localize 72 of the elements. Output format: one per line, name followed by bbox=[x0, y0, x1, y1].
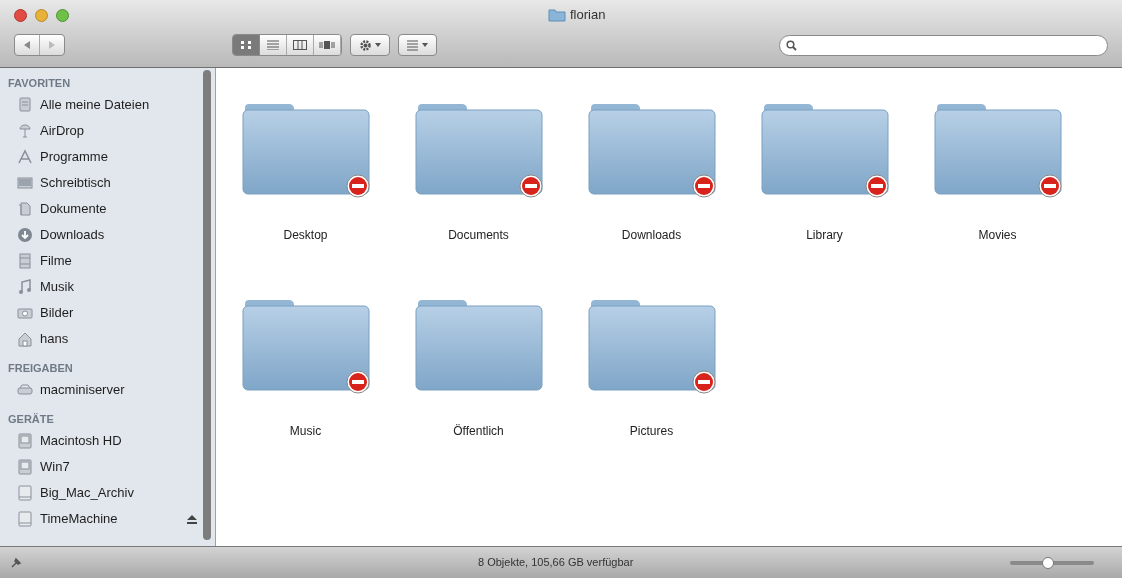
icon-view-icon bbox=[240, 40, 253, 50]
house-icon bbox=[17, 331, 33, 347]
view-mode-button[interactable] bbox=[233, 35, 261, 55]
sidebar-heading: FREIGABEN bbox=[7, 361, 74, 376]
folder-name: Music bbox=[289, 423, 322, 440]
no-access-badge-icon bbox=[346, 174, 369, 198]
scrollbar-thumb[interactable] bbox=[203, 70, 211, 540]
server-icon bbox=[17, 382, 33, 398]
doc-stack-icon bbox=[17, 97, 33, 113]
sidebar-item[interactable]: Schreibtisch bbox=[0, 170, 215, 196]
sidebar-item[interactable]: macminiserver bbox=[0, 377, 215, 403]
music-note-icon bbox=[17, 279, 33, 295]
sidebar-item[interactable]: Bilder bbox=[0, 300, 215, 326]
no-access-badge-icon bbox=[692, 370, 715, 394]
sidebar-item[interactable]: Win7 bbox=[0, 454, 215, 480]
action-menu-button[interactable] bbox=[350, 34, 390, 56]
folder-name: Library bbox=[806, 227, 843, 244]
icon-size-slider[interactable] bbox=[1010, 556, 1094, 569]
no-access-badge-icon bbox=[865, 174, 888, 198]
arrange-menu-button[interactable] bbox=[397, 34, 438, 56]
gear-icon bbox=[359, 38, 373, 52]
sidebar-item[interactable]: Programme bbox=[0, 144, 215, 170]
no-access-badge-icon bbox=[1038, 174, 1061, 198]
list-view-icon bbox=[267, 40, 280, 50]
sidebar-item[interactable]: Filme bbox=[0, 248, 215, 274]
no-access-badge-icon bbox=[346, 370, 369, 394]
search-field[interactable] bbox=[779, 34, 1108, 56]
folder-name: Desktop bbox=[283, 227, 328, 244]
pin-icon bbox=[10, 556, 22, 569]
sidebar-item[interactable]: hans bbox=[0, 326, 215, 352]
window-title: florian bbox=[570, 6, 606, 24]
eject-icon[interactable] bbox=[187, 514, 197, 524]
folder-name: Öffentlich bbox=[453, 423, 504, 440]
caret-icon bbox=[375, 43, 382, 47]
minimize-button[interactable] bbox=[35, 8, 48, 22]
folder-name: Movies bbox=[978, 227, 1017, 244]
sidebar-item[interactable]: Big_Mac_Archiv bbox=[0, 480, 215, 506]
no-access-badge-icon bbox=[519, 174, 542, 198]
column-view-icon bbox=[293, 40, 308, 50]
display-icon bbox=[17, 175, 33, 191]
document-icon bbox=[17, 201, 33, 217]
search-icon bbox=[786, 39, 798, 51]
film-icon bbox=[17, 253, 33, 269]
sidebar-item[interactable]: TimeMachine bbox=[0, 506, 215, 532]
sidebar-heading: GERÄTE bbox=[7, 412, 55, 427]
sidebar-item[interactable]: Musik bbox=[0, 274, 215, 300]
sidebar-item[interactable]: AirDrop bbox=[0, 118, 215, 144]
folder-name: Pictures bbox=[629, 423, 674, 440]
caret-icon bbox=[422, 43, 429, 47]
download-icon bbox=[17, 227, 33, 243]
view-mode-button[interactable] bbox=[314, 35, 342, 55]
folder-name: Downloads bbox=[621, 227, 682, 244]
sidebar-item[interactable]: Macintosh HD bbox=[0, 428, 215, 454]
drive-icon bbox=[17, 511, 33, 527]
close-button[interactable] bbox=[14, 8, 27, 22]
no-access-badge-icon bbox=[692, 174, 715, 198]
back-arrow-icon bbox=[23, 41, 32, 49]
zoom-button[interactable] bbox=[56, 8, 69, 22]
folder-icon bbox=[548, 7, 566, 22]
drive-icon bbox=[17, 485, 33, 501]
status-text: 8 Objekte, 105,66 GB verfügbar bbox=[478, 555, 634, 571]
parachute-icon bbox=[17, 123, 33, 139]
sidebar-item[interactable]: Alle meine Dateien bbox=[0, 92, 215, 118]
slider-thumb[interactable] bbox=[1041, 556, 1054, 569]
folder-name: Documents bbox=[448, 227, 509, 244]
sidebar-item[interactable]: Dokumente bbox=[0, 196, 215, 222]
cover-flow-icon bbox=[319, 40, 336, 50]
camera-icon bbox=[17, 305, 33, 321]
forward-arrow-icon bbox=[48, 41, 57, 49]
view-mode-button[interactable] bbox=[287, 35, 315, 55]
sidebar-heading: FAVORITEN bbox=[7, 76, 72, 91]
sidebar-item[interactable]: Downloads bbox=[0, 222, 215, 248]
